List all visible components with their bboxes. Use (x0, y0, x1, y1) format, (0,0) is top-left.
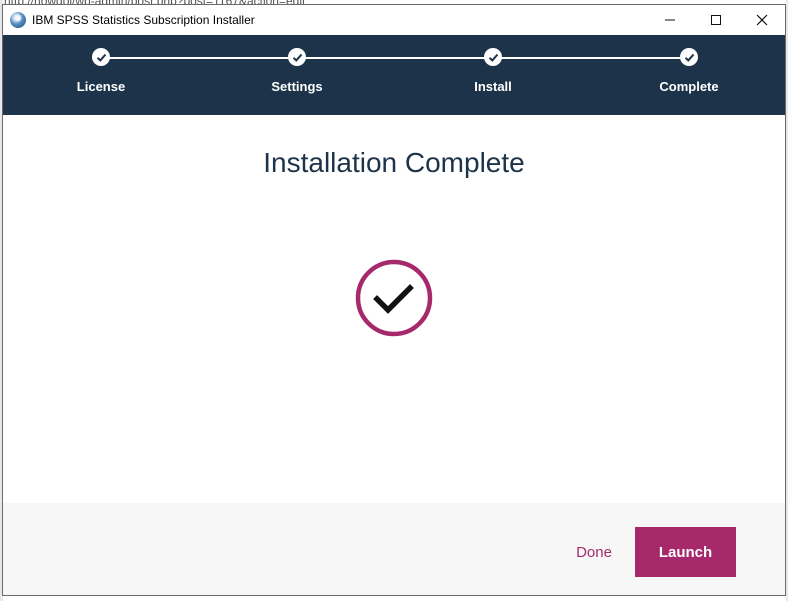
maximize-icon (711, 15, 721, 25)
checkmark-circle-icon (355, 259, 433, 337)
step-complete-icon (680, 48, 698, 66)
step-complete-icon (92, 48, 110, 66)
step-install: Install (433, 48, 553, 94)
window-title: IBM SPSS Statistics Subscription Install… (32, 13, 255, 27)
step-label-settings: Settings (271, 79, 323, 94)
step-complete-icon (484, 48, 502, 66)
close-icon (756, 14, 768, 26)
step-complete: Complete (629, 48, 749, 94)
footer-bar: Done Launch (3, 503, 785, 595)
spss-installer-icon (10, 12, 26, 28)
step-license: License (41, 48, 161, 94)
page-title: Installation Complete (263, 147, 525, 178)
title-bar[interactable]: IBM SPSS Statistics Subscription Install… (3, 5, 785, 35)
maximize-button[interactable] (693, 5, 739, 35)
step-label-complete: Complete (659, 79, 719, 94)
window-controls (647, 5, 785, 35)
installer-window: IBM SPSS Statistics Subscription Install… (2, 4, 786, 596)
step-complete-icon (288, 48, 306, 66)
minimize-button[interactable] (647, 5, 693, 35)
stepper-track (101, 57, 689, 59)
close-button[interactable] (739, 5, 785, 35)
minimize-icon (665, 19, 675, 21)
launch-button[interactable]: Launch (635, 527, 736, 577)
progress-stepper: License Settings Install Complete (3, 35, 785, 115)
done-button[interactable]: Done (569, 539, 619, 565)
step-label-license: License (76, 79, 126, 94)
step-label-install: Install (474, 79, 512, 94)
step-settings: Settings (237, 48, 357, 94)
